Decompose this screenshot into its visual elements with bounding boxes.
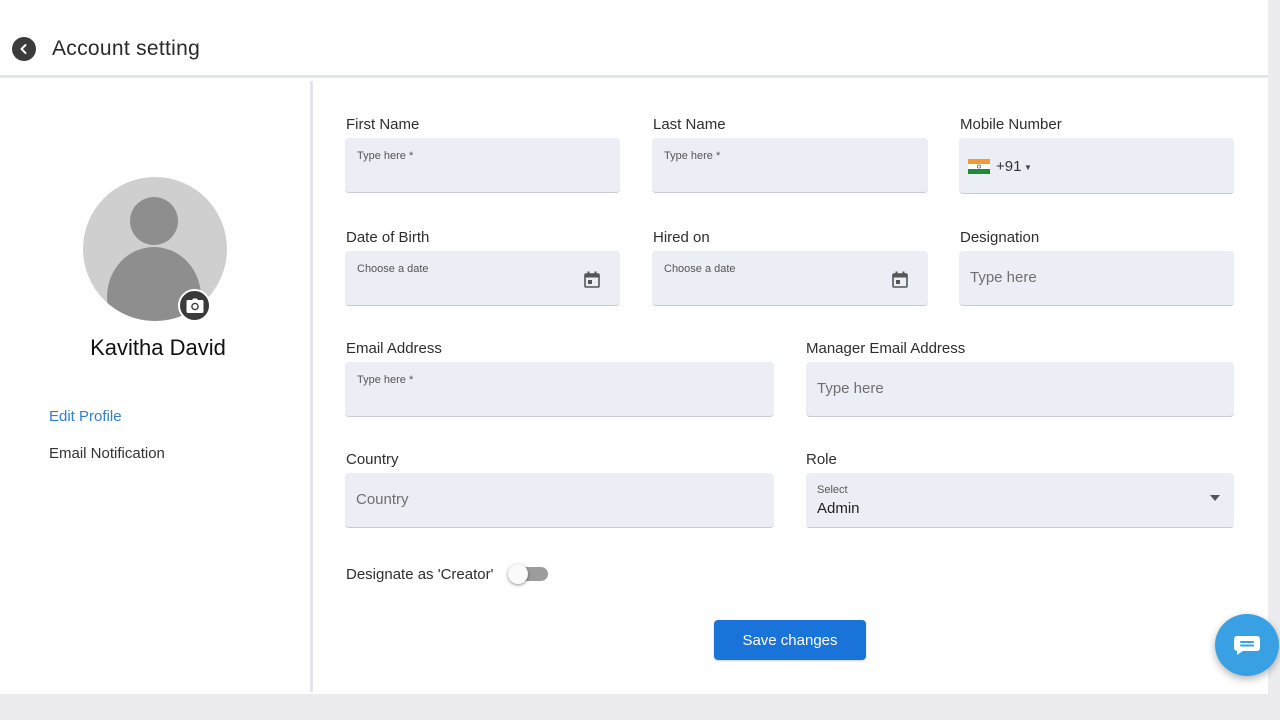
hired-on-placeholder: Choose a date — [664, 263, 736, 275]
user-name: Kavitha David — [90, 335, 226, 360]
manager-email-label: Manager Email Address — [806, 340, 966, 357]
save-changes-button[interactable]: Save changes — [714, 620, 866, 660]
first-name-label: First Name — [346, 116, 420, 133]
email-placeholder: Type here * — [357, 374, 414, 386]
back-button[interactable] — [12, 37, 36, 61]
dial-code[interactable]: +91 — [996, 158, 1021, 175]
creator-toggle-label: Designate as 'Creator' — [346, 566, 494, 583]
app-window: Account setting Kavitha David Edit Profi… — [0, 0, 1268, 694]
manager-email-placeholder: Type here — [817, 380, 884, 397]
designation-label: Designation — [960, 229, 1040, 246]
calendar-icon[interactable] — [584, 271, 600, 288]
last-name-label: Last Name — [653, 116, 726, 133]
page-header: Account setting — [0, 20, 1268, 78]
manager-email-field[interactable]: Type here — [806, 362, 1234, 417]
first-name-placeholder: Type here * — [357, 150, 414, 162]
email-field[interactable]: Type here * — [345, 362, 774, 417]
designation-placeholder: Type here — [970, 269, 1037, 286]
dob-placeholder: Choose a date — [357, 263, 429, 275]
dob-field[interactable]: Choose a date — [345, 251, 620, 306]
calendar-icon[interactable] — [892, 271, 908, 288]
country-placeholder: Country — [356, 491, 409, 508]
hired-on-label: Hired on — [653, 229, 710, 246]
chat-widget-button[interactable] — [1215, 614, 1279, 676]
caret-down-icon[interactable]: ▼ — [1024, 163, 1032, 172]
country-label: Country — [346, 451, 399, 468]
account-form: First Name Type here * Last Name Type he… — [316, 81, 1268, 692]
designation-field[interactable]: Type here — [959, 251, 1234, 306]
role-label: Role — [806, 451, 837, 468]
email-label: Email Address — [346, 340, 442, 357]
last-name-placeholder: Type here * — [664, 150, 721, 162]
dropdown-arrow-icon[interactable] — [1210, 495, 1220, 501]
role-select[interactable]: Select Admin — [806, 473, 1234, 528]
mobile-number-field[interactable]: +91 ▼ — [959, 138, 1234, 194]
country-field[interactable]: Country — [345, 473, 774, 528]
role-select-label: Select — [817, 484, 848, 496]
sidebar-item-email-notification[interactable]: Email Notification — [49, 445, 165, 462]
sidebar-item-edit-profile[interactable]: Edit Profile — [49, 408, 122, 425]
dob-label: Date of Birth — [346, 229, 430, 246]
mobile-number-label: Mobile Number — [960, 116, 1062, 133]
first-name-field[interactable]: Type here * — [345, 138, 620, 193]
camera-icon — [186, 298, 203, 313]
role-value: Admin — [817, 500, 860, 517]
creator-toggle[interactable] — [508, 564, 548, 584]
toggle-knob[interactable] — [508, 564, 528, 584]
page-title: Account setting — [52, 37, 201, 60]
last-name-field[interactable]: Type here * — [652, 138, 928, 193]
hired-on-field[interactable]: Choose a date — [652, 251, 928, 306]
chat-icon — [1234, 636, 1260, 655]
profile-sidebar: Kavitha David Edit Profile Email Notific… — [0, 81, 313, 692]
change-photo-button[interactable] — [178, 289, 211, 322]
chevron-left-icon — [20, 44, 27, 54]
india-flag-icon — [968, 159, 990, 174]
